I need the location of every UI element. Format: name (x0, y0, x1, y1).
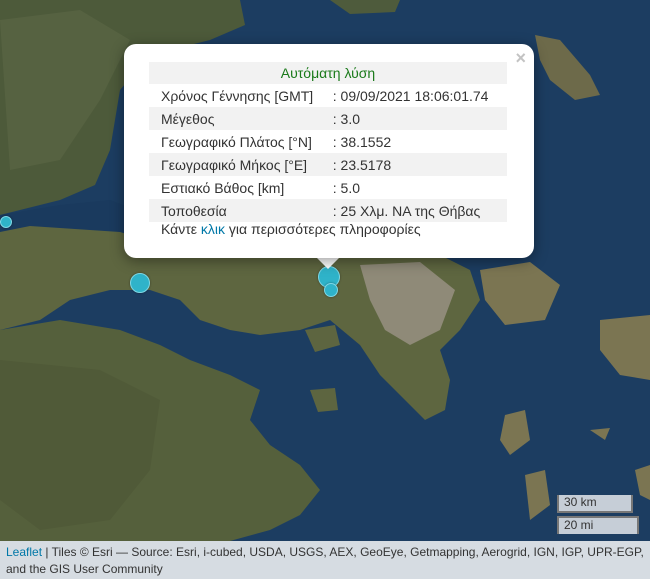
row-value: : 25 Χλμ. ΝΑ της Θήβας (332, 199, 507, 222)
popup-title: Αυτόματη λύση (149, 62, 507, 84)
row-value: : 38.1552 (332, 133, 392, 150)
table-row: Γεωγραφικό Πλάτος [°N] : 38.1552 (149, 130, 507, 153)
row-label: Γεωγραφικό Πλάτος [°N] (161, 133, 312, 150)
row-label: Εστιακό Βάθος [km] (161, 179, 285, 196)
table-row: Μέγεθος : 3.0 (149, 107, 507, 130)
earthquake-marker-1[interactable] (0, 216, 12, 228)
earthquake-marker-2[interactable] (130, 273, 150, 293)
scale-bar-km: 30 km (557, 495, 633, 513)
popup-tip (316, 257, 340, 269)
table-row: Τοποθεσία : 25 Χλμ. ΝΑ της Θήβας (149, 199, 507, 222)
more-info-text: Κάντε κλικ για περισσότερες πληροφορίες (161, 221, 421, 237)
earthquake-marker-3[interactable] (324, 283, 338, 297)
row-value: : 3.0 (332, 107, 507, 130)
table-row: Εστιακό Βάθος [km] : 5.0 (149, 176, 507, 199)
scale-bar-mi: 20 mi (557, 516, 639, 534)
row-value: : 5.0 (332, 179, 360, 196)
close-icon[interactable]: × (515, 48, 526, 68)
row-label: Χρόνος Γέννησης [GMT] (161, 87, 314, 104)
more-prefix: Κάντε (161, 221, 201, 237)
attribution-text: | Tiles © Esri — Source: Esri, i-cubed, … (6, 545, 644, 576)
more-suffix: για περισσότερες πληροφορίες (225, 221, 421, 237)
row-value: : 09/09/2021 18:06:01.74 (332, 87, 489, 104)
table-row: Χρόνος Γέννησης [GMT] : 09/09/2021 18:06… (149, 84, 507, 107)
leaflet-link[interactable]: Leaflet (6, 545, 42, 559)
row-label: Τοποθεσία (149, 199, 333, 222)
more-info-link[interactable]: κλικ (201, 221, 225, 237)
row-label: Γεωγραφικό Μήκος [°E] (149, 153, 333, 176)
row-label: Μέγεθος (149, 107, 333, 130)
map-view[interactable]: × Αυτόματη λύση Χρόνος Γέννησης [GMT] : … (0, 0, 650, 579)
row-value: : 23.5178 (332, 153, 507, 176)
table-row: Γεωγραφικό Μήκος [°E] : 23.5178 (149, 153, 507, 176)
map-attribution: Leaflet | Tiles © Esri — Source: Esri, i… (0, 541, 650, 579)
earthquake-popup: × Αυτόματη λύση Χρόνος Γέννησης [GMT] : … (124, 44, 534, 258)
event-info-table: Χρόνος Γέννησης [GMT] : 09/09/2021 18:06… (149, 84, 507, 222)
